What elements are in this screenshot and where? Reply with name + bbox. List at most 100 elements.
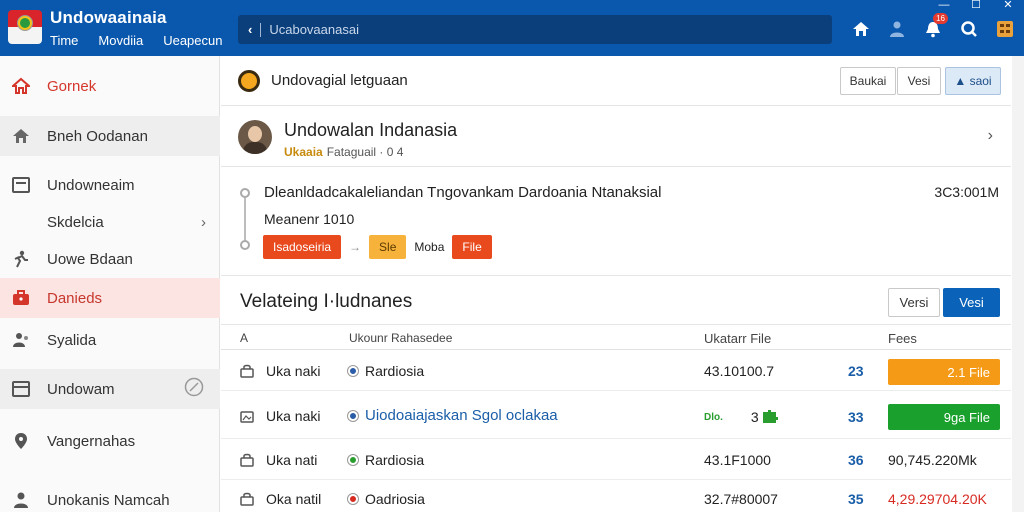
header-row: Undovagial letguaan Baukai Vesi ▲ saoi [221,56,1011,106]
sidebar-item-danieds[interactable]: Danieds [0,278,220,318]
chip-status[interactable]: Isadoseiria [263,235,342,259]
image-icon [240,410,254,427]
table-row[interactable]: Uka naki Uiodoaiajaskan Sgol oclakaa Dlo… [221,395,1011,439]
menu-bar: Time Movdiia Ueapecun [50,33,222,48]
briefcase-icon [10,290,32,306]
lock-icon [240,492,254,509]
sidebar-item-skdelcia[interactable]: Skdelcia › [0,202,220,242]
sidebar-item-home[interactable]: Gornek [0,66,220,106]
sidebar-item-label: Skdelcia [47,213,104,231]
timeline-line [244,192,246,246]
row-count: 33 [848,409,864,425]
profile-meta-text: Fataguail · 0 4 [326,145,404,159]
sidebar-item-label: Bneh Oodanan [47,127,148,145]
users-icon [10,332,32,348]
row-size: 43.10100.7 [704,363,775,379]
chevron-right-icon[interactable]: › [988,127,993,145]
list-icon [10,177,32,193]
lock-icon [240,364,254,381]
puzzle-icon [761,408,779,427]
home-icon[interactable] [850,18,872,40]
table-header: A Ukounr Rahasedee Ukatarr File Fees [221,326,1011,350]
close-button[interactable]: ✕ [992,0,1024,12]
vesi-primary-button[interactable]: Vesi [943,288,1000,317]
activity-chips: Isadoseiria → Sle Moba File [263,235,492,259]
run-icon [10,250,32,268]
search-input[interactable] [269,22,770,37]
sidebar-item-vangernahas[interactable]: Vangernahas [0,421,220,461]
scrollbar[interactable] [1012,56,1024,512]
row-fees: 4,29.29704.20K [888,491,987,507]
person-icon[interactable] [886,18,908,40]
table-row[interactable]: Uka naki Rardiosia 43.10100.7 23 2.1 Fil… [221,351,1011,391]
row-count: 36 [848,452,864,468]
row-name: Uka naki [266,408,321,424]
column-header-file[interactable]: Ukatarr File [704,331,771,346]
title-bar: Undowaainaia Time Movdiia Ueapecun ‹ — ☐… [0,0,1024,56]
section-header: Velateing I·ludnanes Versi Vesi [221,277,1011,325]
vesi-button[interactable]: Vesi [897,67,941,95]
row-fee-button[interactable]: 2.1 File [888,359,1000,385]
table-row[interactable]: Uka nati Rardiosia 43.1F1000 36 90,745.2… [221,440,1011,480]
avatar [238,120,272,154]
column-header-a[interactable]: A [240,331,248,345]
apps-icon[interactable] [994,18,1016,40]
baukai-button[interactable]: Baukai [840,67,896,95]
profile-card[interactable]: Undowalan Indanasia Ukaaia Fataguail · 0 … [221,107,1011,167]
maximize-button[interactable]: ☐ [960,0,992,12]
sidebar-item-label: Gornek [47,77,97,95]
menu-item-time[interactable]: Time [50,33,78,48]
row-name: Uka nati [266,452,318,468]
menu-item-upload[interactable]: Ueapecun [163,33,222,48]
app-logo [8,10,42,44]
toolbar-icons: 16 [850,13,1016,40]
sidebar-item-bneh[interactable]: Bneh Oodanan [0,116,220,156]
row-desc-link[interactable]: Uiodoaiajaskan Sgol oclakaa [348,407,558,424]
row-desc-text: Oadriosia [365,491,425,507]
row-size-value: 3 [750,409,759,425]
timeline-dot [240,240,250,250]
row-size: 43.1F1000 [704,452,771,468]
sidebar-item-undowam[interactable]: Undowam [0,369,220,409]
sidebar-item-label: Danieds [47,289,103,307]
sidebar: Gornek Bneh Oodanan Undowneaim Skdelcia … [0,56,220,512]
search-icon[interactable] [958,18,980,40]
sidebar-item-uowe[interactable]: Uowe Bdaan [0,239,220,279]
sidebar-item-syalida[interactable]: Syalida [0,320,220,360]
share-button[interactable]: ▲ saoi [945,67,1001,95]
home-icon [10,127,32,145]
table-row[interactable]: Oka natil Oadriosia 32.7#80007 35 4,29.2… [221,479,1011,512]
chevron-right-icon: › [201,213,206,231]
row-count: 35 [848,491,864,507]
activity-subtitle: Meanenr 1010 [264,211,355,227]
sidebar-item-label: Uowe Bdaan [47,250,133,268]
back-icon[interactable]: ‹ [248,22,252,37]
status-dot [348,494,358,504]
chip-sle[interactable]: Sle [369,235,407,259]
column-header-fees[interactable]: Fees [888,331,917,346]
row-name: Oka natil [266,491,322,507]
edit-icon[interactable] [184,377,204,401]
sidebar-item-unokanis[interactable]: Unokanis Namcah [0,480,220,512]
sidebar-item-undowneaim[interactable]: Undowneaim [0,165,220,205]
status-dot [348,410,358,421]
chip-file[interactable]: File [452,235,492,259]
search-bar[interactable]: ‹ [238,15,832,44]
row-size: Dlo. 3 [704,409,759,425]
column-header-desc[interactable]: Ukounr Rahasedee [349,331,452,345]
section-title: Velateing I·ludnanes [240,291,413,312]
sidebar-item-label: Vangernahas [47,432,136,450]
row-name: Uka naki [266,363,321,379]
home-icon [10,77,32,95]
sidebar-item-label: Unokanis Namcah [47,491,170,509]
row-fee-button[interactable]: 9ga File [888,404,1000,430]
notification-icon[interactable]: 16 [922,13,948,40]
sidebar-item-label: Syalida [47,331,97,349]
row-desc-text: Rardiosia [365,363,425,379]
menu-item-media[interactable]: Movdiia [98,33,143,48]
arrow-right-icon: → [349,240,362,254]
minimize-button[interactable]: — [928,0,960,12]
versi-button[interactable]: Versi [888,288,940,317]
activity-time: 3C3:001M [934,184,999,200]
profile-tag: Ukaaia [284,145,323,159]
